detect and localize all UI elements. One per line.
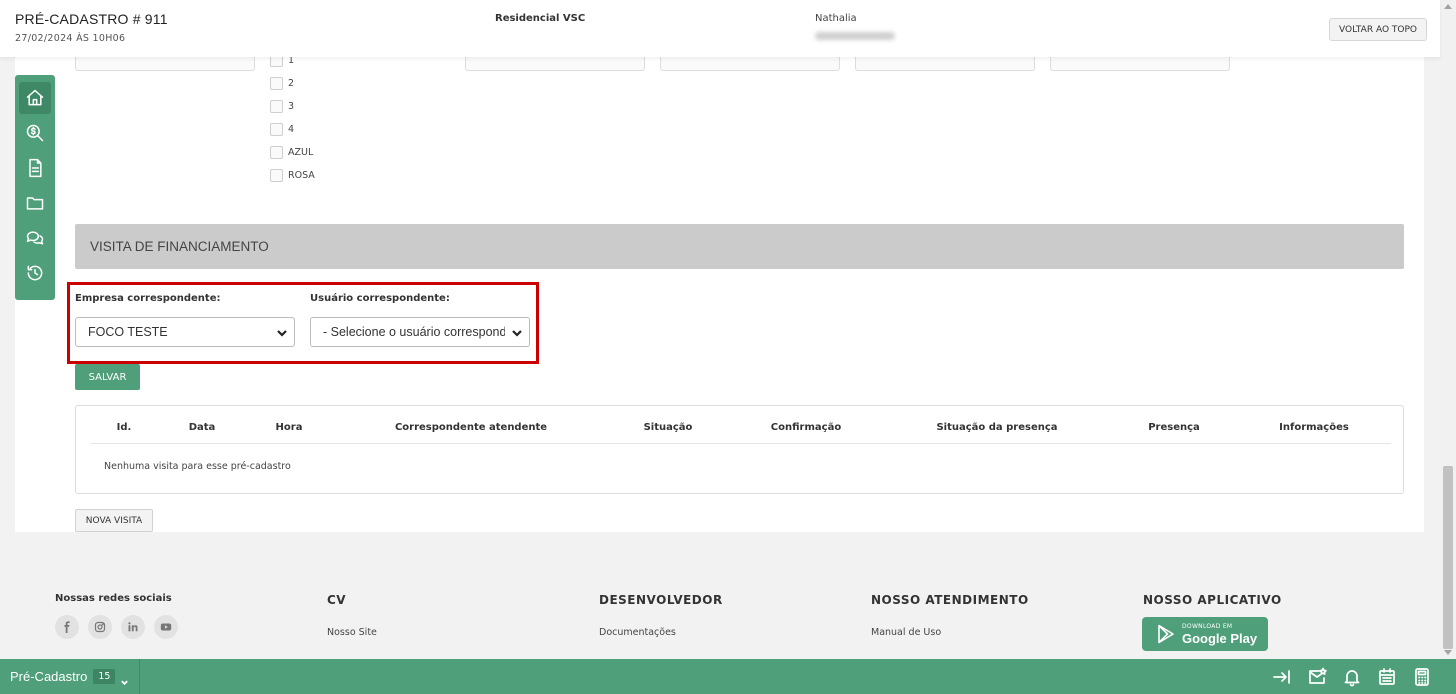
project-name: Residencial VSC — [495, 13, 586, 24]
instagram-icon[interactable] — [88, 615, 112, 639]
scroll-down-icon[interactable] — [1444, 650, 1452, 655]
visits-table: Id. Data Hora Correspondente atendente S… — [75, 405, 1404, 494]
table-header-status: Situação — [643, 422, 693, 433]
folder-icon — [26, 197, 44, 210]
checkbox-item[interactable]: 4 — [270, 118, 315, 141]
new-visit-button[interactable]: NOVA VISITA — [75, 509, 153, 532]
bottom-bar: Pré-Cadastro 15 — [0, 659, 1456, 694]
sidebar-item-financial[interactable] — [19, 117, 51, 149]
scroll-thumb[interactable] — [1443, 466, 1453, 649]
checkbox[interactable] — [270, 100, 283, 113]
badge-small-text: DOWNLOAD EM — [1182, 623, 1233, 630]
table-header-time: Hora — [275, 422, 303, 433]
sidebar-item-folders[interactable] — [19, 187, 51, 219]
field-input[interactable] — [465, 57, 645, 71]
footer-link-manual[interactable]: Manual de Uso — [871, 627, 941, 638]
google-play-badge[interactable]: DOWNLOAD EM Google Play — [1142, 617, 1268, 651]
scrollbar[interactable] — [1440, 0, 1456, 659]
table-header-id: Id. — [116, 422, 132, 433]
highlight-box — [67, 282, 539, 364]
save-button[interactable]: SALVAR — [75, 364, 140, 390]
checkbox[interactable] — [270, 169, 283, 182]
footer-title-app: NOSSO APLICATIVO — [1143, 593, 1282, 607]
social-links — [55, 615, 187, 639]
bottom-tab-label: Pré-Cadastro — [10, 669, 88, 684]
table-header-date: Data — [188, 422, 216, 433]
footer-link-site[interactable]: Nosso Site — [327, 627, 377, 638]
table-divider — [90, 443, 1391, 444]
sidebar-item-history[interactable] — [19, 257, 51, 289]
bottom-tab-count: 15 — [93, 669, 116, 684]
table-header-confirmation: Confirmação — [770, 422, 842, 433]
checkbox[interactable] — [270, 146, 283, 159]
badge-big-text: Google Play — [1182, 631, 1258, 646]
checkbox[interactable] — [270, 77, 283, 90]
sidebar-item-home[interactable] — [19, 82, 51, 114]
youtube-icon[interactable] — [154, 615, 178, 639]
checkbox-list: 1 2 3 4 AZUL ROSA — [270, 49, 315, 187]
sidebar-item-messages[interactable] — [19, 222, 51, 254]
table-header-attendance: Presença — [1148, 422, 1200, 433]
section-header: VISITA DE FINANCIAMENTO — [75, 224, 1404, 269]
field-input[interactable] — [1050, 57, 1230, 71]
history-icon — [27, 265, 43, 281]
bell-icon[interactable] — [1342, 667, 1362, 687]
table-header-attendance-status: Situação da presença — [936, 422, 1058, 433]
chevron-down-icon — [120, 672, 129, 686]
section-title: VISITA DE FINANCIAMENTO — [90, 239, 269, 254]
field-input[interactable] — [660, 57, 840, 71]
chat-icon — [26, 231, 44, 245]
table-header-attendant: Correspondente atendente — [394, 422, 548, 433]
table-empty-message: Nenhuma visita para esse pré-cadastro — [104, 461, 291, 472]
calculator-icon[interactable] — [1412, 667, 1432, 687]
blurred-user-info — [815, 32, 895, 40]
back-to-top-button[interactable]: VOLTAR AO TOPO — [1329, 18, 1427, 41]
footer-title-cv: CV — [327, 593, 347, 607]
footer-title-support: NOSSO ATENDIMENTO — [871, 593, 1029, 607]
mail-star-icon[interactable] — [1307, 667, 1327, 687]
bottom-tab-pre-cadastro[interactable]: Pré-Cadastro 15 — [0, 659, 140, 694]
facebook-icon[interactable] — [55, 615, 79, 639]
field-input[interactable] — [855, 57, 1035, 71]
collapse-right-icon[interactable] — [1272, 667, 1292, 687]
checkbox-item[interactable]: 3 — [270, 95, 315, 118]
scroll-up-icon[interactable] — [1444, 4, 1452, 9]
play-store-icon — [1158, 624, 1174, 644]
footer-link-docs[interactable]: Documentações — [599, 627, 676, 638]
document-icon — [29, 158, 42, 178]
footer-social-title: Nossas redes sociais — [55, 593, 172, 604]
bottom-toolbar — [1257, 667, 1432, 687]
sidebar-item-documents[interactable] — [19, 152, 51, 184]
user-name: Nathalia — [815, 13, 857, 24]
side-nav — [15, 75, 55, 300]
checkbox[interactable] — [270, 123, 283, 136]
search-money-icon — [26, 124, 44, 142]
page-date: 27/02/2024 ÀS 10H06 — [15, 33, 126, 44]
footer-title-developer: DESENVOLVEDOR — [599, 593, 723, 607]
checkbox-item[interactable]: ROSA — [270, 164, 315, 187]
home-icon — [26, 89, 44, 106]
checkbox-item[interactable]: 2 — [270, 72, 315, 95]
calendar-icon[interactable] — [1377, 667, 1397, 687]
page-header: PRÉ-CADASTRO # 911 27/02/2024 ÀS 10H06 R… — [0, 0, 1440, 57]
checkbox-item[interactable]: AZUL — [270, 141, 315, 164]
page-title: PRÉ-CADASTRO # 911 — [15, 11, 168, 27]
field-input[interactable] — [75, 57, 255, 71]
linkedin-icon[interactable] — [121, 615, 145, 639]
table-header-info: Informações — [1279, 422, 1349, 433]
